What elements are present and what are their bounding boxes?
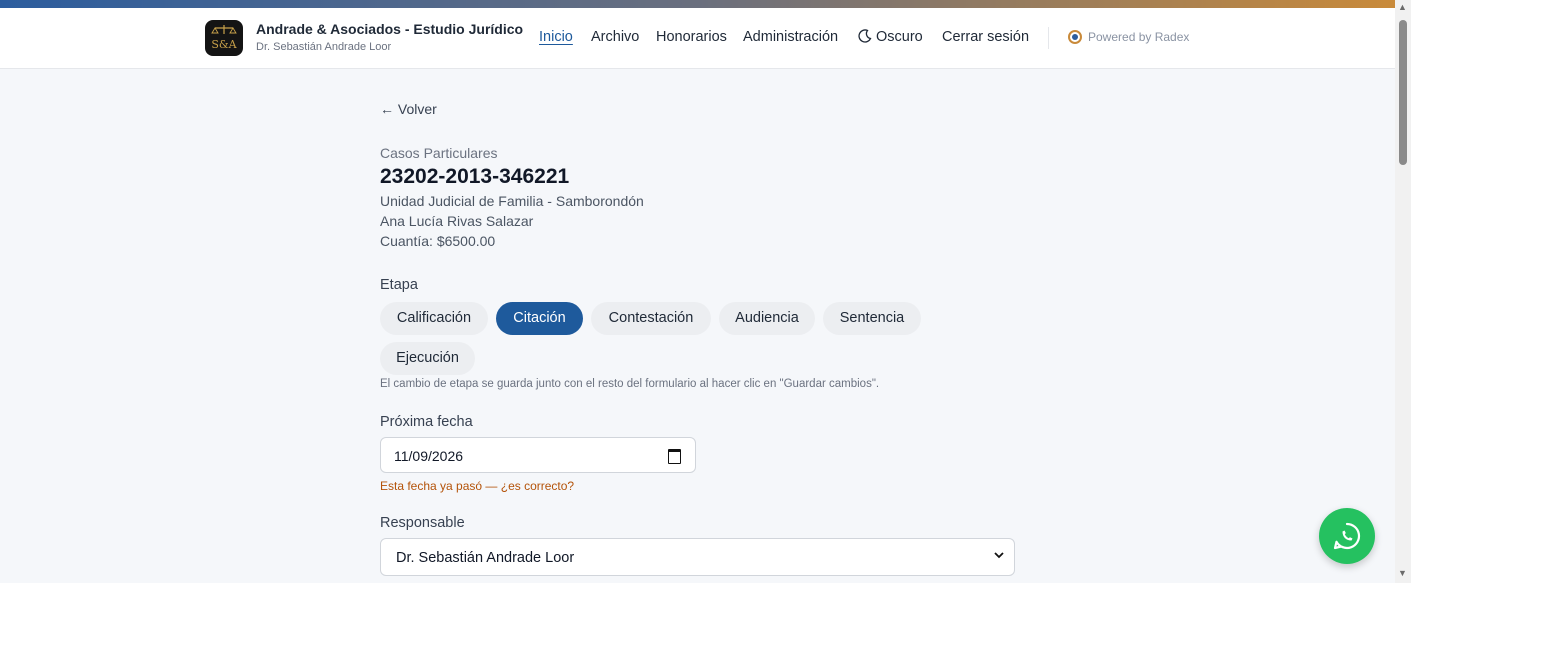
stage-option-audiencia[interactable]: Audiencia <box>719 302 815 335</box>
dark-mode-label: Oscuro <box>876 29 923 45</box>
dark-mode-toggle[interactable]: Oscuro <box>858 29 923 45</box>
moon-icon <box>858 29 872 43</box>
next-date-warning: Esta fecha ya pasó — ¿es correcto? <box>380 479 575 493</box>
firm-logo[interactable]: S&A <box>205 20 243 56</box>
radex-logo-icon <box>1068 30 1082 44</box>
stage-label: Etapa <box>380 277 418 293</box>
chevron-down-icon <box>994 549 1004 563</box>
responsible-label: Responsable <box>380 515 465 531</box>
whatsapp-icon <box>1333 522 1361 550</box>
scroll-down-arrow-icon[interactable]: ▼ <box>1398 568 1407 578</box>
stage-option-contestacion[interactable]: Contestación <box>591 302 711 335</box>
calendar-icon[interactable] <box>668 449 681 464</box>
case-amount: Cuantía: $6500.00 <box>380 233 496 249</box>
page-viewport: S&A Andrade & Asociados - Estudio Jurídi… <box>0 0 1395 583</box>
stage-note: El cambio de etapa se guarda junto con e… <box>380 378 880 390</box>
nav-administracion[interactable]: Administración <box>743 29 838 45</box>
top-navbar: S&A Andrade & Asociados - Estudio Jurídi… <box>0 8 1395 69</box>
case-court: Unidad Judicial de Familia - Samborondón <box>380 193 644 209</box>
case-client: Ana Lucía Rivas Salazar <box>380 213 534 229</box>
stage-option-ejecucion[interactable]: Ejecución <box>380 342 475 375</box>
nav-divider <box>1048 27 1049 49</box>
stage-option-calificacion[interactable]: Calificación <box>380 302 488 335</box>
nav-honorarios[interactable]: Honorarios <box>656 29 727 45</box>
responsible-select[interactable]: Dr. Sebastián Andrade Loor <box>380 538 1015 576</box>
nav-archivo[interactable]: Archivo <box>591 29 639 45</box>
scrollbar-thumb[interactable] <box>1399 20 1407 165</box>
powered-by-label: Powered by Radex <box>1088 30 1190 44</box>
svg-text:S&A: S&A <box>211 38 237 51</box>
scroll-up-arrow-icon[interactable]: ▲ <box>1398 2 1407 12</box>
case-category: Casos Particulares <box>380 145 498 161</box>
logout-link[interactable]: Cerrar sesión <box>942 29 1029 45</box>
next-date-input[interactable]: 11/09/2026 <box>380 437 696 473</box>
stage-option-citacion[interactable]: Citación <box>496 302 583 335</box>
powered-by[interactable]: Powered by Radex <box>1068 30 1189 44</box>
firm-name: Andrade & Asociados - Estudio Jurídico <box>256 21 524 37</box>
nav-inicio[interactable]: Inicio <box>539 29 573 45</box>
case-number: 23202-2013-346221 <box>380 165 570 188</box>
next-date-label: Próxima fecha <box>380 414 473 430</box>
firm-lawyer-name: Dr. Sebastián Andrade Loor <box>256 41 392 53</box>
stage-option-sentencia[interactable]: Sentencia <box>823 302 921 335</box>
vertical-scrollbar[interactable]: ▲ ▼ <box>1395 0 1411 583</box>
whatsapp-button[interactable] <box>1319 508 1375 564</box>
back-link[interactable]: ← Volver <box>380 101 437 117</box>
scales-logo-icon: S&A <box>211 25 238 51</box>
responsible-value: Dr. Sebastián Andrade Loor <box>396 550 575 566</box>
top-accent-bar <box>0 0 1395 8</box>
next-date-value: 11/09/2026 <box>394 448 464 464</box>
